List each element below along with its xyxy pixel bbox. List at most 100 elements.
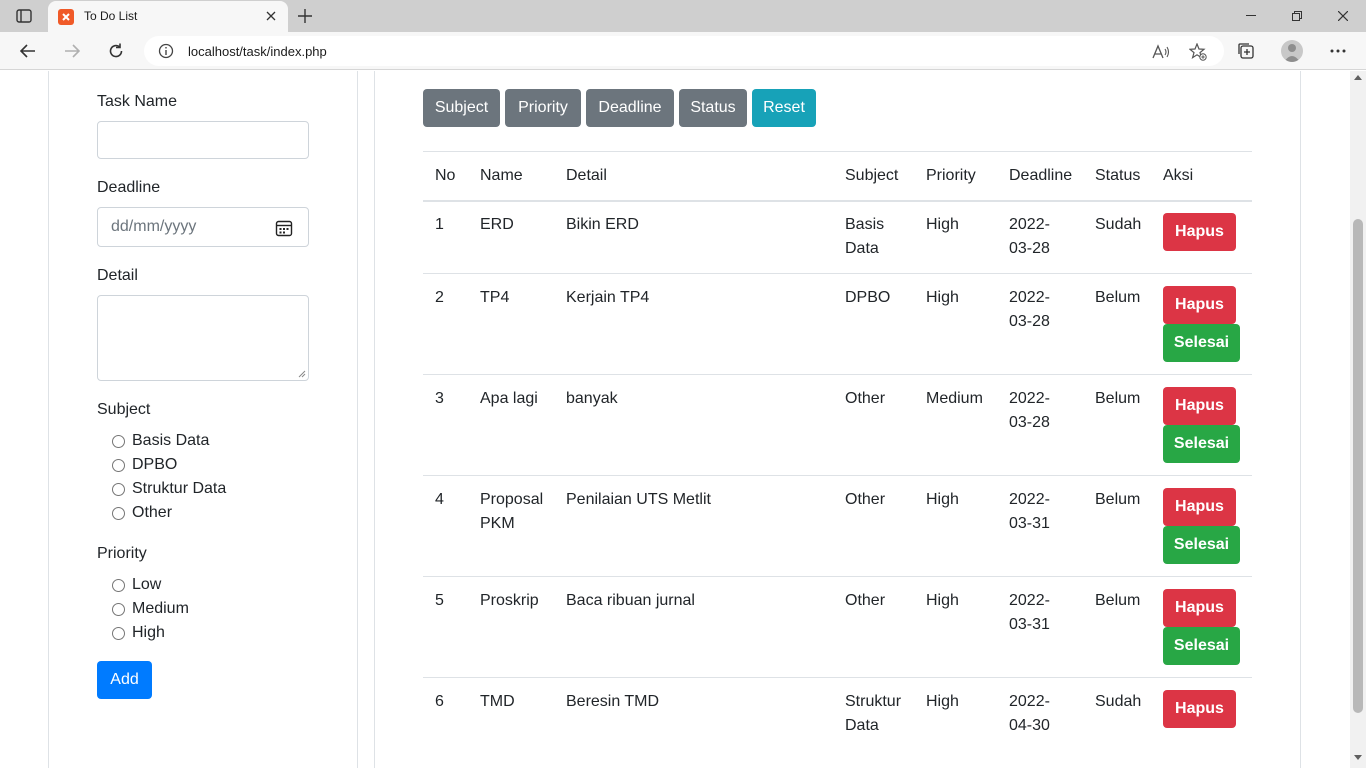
deadline-label: Deadline [97,179,161,196]
radio-button[interactable] [112,506,125,520]
cell-name: Proposal [480,491,544,508]
minimize-icon[interactable] [1228,0,1274,32]
deadline-date-input[interactable]: dd/mm/yyyy [97,207,309,247]
info-icon[interactable] [158,43,174,59]
hapus-button[interactable]: Hapus [1163,589,1236,627]
selesai-button[interactable]: Selesai [1163,324,1240,362]
cell-status: Belum [1095,289,1141,306]
add-button[interactable]: Add [97,661,152,699]
cell-subject: DPBO [845,289,891,306]
cell-name-cont: PKM [480,515,515,532]
scroll-up-arrow-icon[interactable] [1354,75,1362,80]
priority-option-medium[interactable]: Medium [112,599,189,619]
browser-tab[interactable]: To Do List [48,1,288,32]
cell-deadline: 2022- [1009,216,1050,233]
cell-deadline-cont: 03-31 [1009,616,1050,633]
cell-status: Belum [1095,592,1141,609]
selesai-button[interactable]: Selesai [1163,526,1240,564]
tab-strip: To Do List [0,0,1366,32]
cell-priority: High [926,592,959,609]
refresh-icon[interactable] [102,38,130,64]
cell-status: Belum [1095,390,1141,407]
radio-button[interactable] [112,434,125,448]
calendar-icon[interactable] [275,219,293,237]
selesai-button[interactable]: Selesai [1163,425,1240,463]
cell-name: ERD [480,216,514,233]
cell-priority: High [926,289,959,306]
hapus-button[interactable]: Hapus [1163,286,1236,324]
cell-subject-cont: Data [845,717,879,734]
cell-deadline: 2022- [1009,491,1050,508]
cell-detail: Kerjain TP4 [566,289,650,306]
scroll-thumb[interactable] [1353,219,1363,713]
hapus-button[interactable]: Hapus [1163,387,1236,425]
row-divider [423,475,1252,476]
deadline-placeholder: dd/mm/yyyy [111,218,197,235]
task-name-label: Task Name [97,93,178,110]
task-name-input[interactable] [97,121,309,159]
tab-title: To Do List [84,9,138,23]
url-field[interactable]: localhost/task/index.php [144,36,1224,66]
radio-button[interactable] [112,482,125,496]
header-detail: Detail [566,167,607,184]
back-icon[interactable] [14,38,42,64]
cell-deadline: 2022- [1009,289,1050,306]
radio-button[interactable] [112,602,125,616]
resize-grip-icon[interactable] [298,370,306,378]
reset-button[interactable]: Reset [752,89,816,127]
cell-status: Sudah [1095,693,1142,710]
filter-deadline-button[interactable]: Deadline [586,89,674,127]
priority-option-high[interactable]: High [112,623,165,643]
subject-option-other[interactable]: Other [112,503,172,523]
cell-detail: Bikin ERD [566,216,639,233]
cell-priority: Medium [926,390,983,407]
more-menu-icon[interactable] [1326,39,1350,63]
table-top-border [423,151,1252,152]
cell-name: Apa lagi [480,390,538,407]
detail-textarea[interactable] [97,295,309,381]
collections-icon[interactable] [1234,39,1258,63]
radio-button[interactable] [112,458,125,472]
cell-subject: Other [845,592,886,609]
cell-no: 4 [435,491,444,508]
radio-button[interactable] [112,578,125,592]
forward-icon[interactable] [58,38,86,64]
restore-icon[interactable] [1274,0,1320,32]
filter-subject-button[interactable]: Subject [423,89,500,127]
subject-option-dpbo[interactable]: DPBO [112,455,177,475]
cell-subject: Basis [845,216,885,233]
cell-no: 5 [435,592,444,609]
new-tab-icon[interactable] [294,6,316,26]
cell-deadline-cont: 03-31 [1009,515,1050,532]
cell-detail: Baca ribuan jurnal [566,592,695,609]
filter-priority-button[interactable]: Priority [505,89,581,127]
priority-option-low[interactable]: Low [112,575,161,595]
cell-deadline: 2022- [1009,592,1050,609]
close-tab-icon[interactable] [262,7,280,25]
page-scrollbar[interactable] [1350,71,1366,768]
cell-deadline-cont: 04-30 [1009,717,1050,734]
subject-option-basis-data[interactable]: Basis Data [112,431,209,451]
cell-priority: High [926,216,959,233]
cell-detail: banyak [566,390,618,407]
selesai-button[interactable]: Selesai [1163,627,1240,665]
subject-option-struktur-data[interactable]: Struktur Data [112,479,226,499]
tab-actions-icon[interactable] [10,7,38,25]
radio-button[interactable] [112,626,125,640]
scroll-down-arrow-icon[interactable] [1354,755,1362,760]
read-aloud-icon[interactable] [1152,43,1170,61]
close-window-icon[interactable] [1320,0,1366,32]
row-divider [423,677,1252,678]
row-divider [423,374,1252,375]
cell-status: Belum [1095,491,1141,508]
xampp-favicon-icon [58,9,74,25]
row-divider [423,273,1252,274]
cell-no: 2 [435,289,444,306]
hapus-button[interactable]: Hapus [1163,213,1236,251]
favorites-icon[interactable] [1189,43,1207,61]
hapus-button[interactable]: Hapus [1163,690,1236,728]
filter-status-button[interactable]: Status [679,89,747,127]
hapus-button[interactable]: Hapus [1163,488,1236,526]
cell-name: Proskrip [480,592,539,609]
profile-avatar[interactable] [1281,40,1303,62]
